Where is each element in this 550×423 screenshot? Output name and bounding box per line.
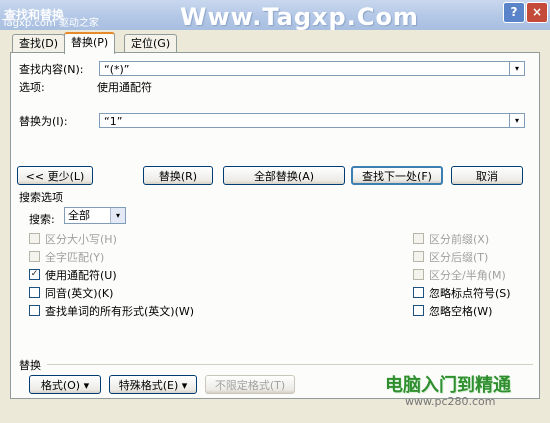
replace-dropdown[interactable]: ▾ bbox=[509, 113, 525, 128]
wildcards-checkbox[interactable]: ✓ bbox=[29, 269, 40, 280]
watermark-top-right: Www.Tagxp.Com bbox=[180, 3, 419, 31]
find-replace-dialog: 查找(D) 替换(P) 定位(G) 查找内容(N): “(*)” ▾ 选项: 使… bbox=[0, 30, 550, 423]
match-case-checkbox[interactable] bbox=[29, 233, 40, 244]
match-prefix-checkbox[interactable] bbox=[413, 233, 424, 244]
match-width-checkbox[interactable] bbox=[413, 269, 424, 280]
watermark-top-left: Tagxp.com 驱动之家 bbox=[2, 18, 99, 29]
search-options-title: 搜索选项 bbox=[19, 191, 63, 204]
search-scope-select[interactable]: 全部 ▾ bbox=[64, 207, 126, 224]
section-divider bbox=[47, 364, 533, 365]
tab-replace[interactable]: 替换(P) bbox=[64, 32, 116, 54]
find-next-button[interactable]: 查找下一处(F) bbox=[351, 166, 443, 185]
options-label: 选项: bbox=[19, 81, 45, 94]
close-button[interactable]: × bbox=[526, 2, 548, 23]
find-input[interactable]: “(*)” bbox=[99, 61, 511, 76]
tab-find[interactable]: 查找(D) bbox=[12, 34, 66, 52]
cancel-button[interactable]: 取消 bbox=[451, 166, 523, 185]
check-icon: ✓ bbox=[30, 269, 39, 279]
sounds-like-label: 同音(英文)(K) bbox=[45, 287, 114, 300]
watermark-logo: 电脑入门到精通 bbox=[385, 375, 511, 396]
replace-all-button[interactable]: 全部替换(A) bbox=[223, 166, 345, 185]
replace-label: 替换为(I): bbox=[19, 115, 68, 128]
match-prefix-label: 区分前缀(X) bbox=[429, 233, 490, 246]
replace-section-title: 替换 bbox=[19, 359, 41, 372]
word-forms-label: 查找单词的所有形式(英文)(W) bbox=[45, 305, 195, 318]
title-bar: 查找和替换 Tagxp.com 驱动之家 Www.Tagxp.Com ? × bbox=[0, 0, 550, 31]
whole-word-label: 全字匹配(Y) bbox=[45, 251, 105, 264]
find-dropdown[interactable]: ▾ bbox=[509, 61, 525, 76]
tab-panel: 查找内容(N): “(*)” ▾ 选项: 使用通配符 替换为(I): “1” ▾… bbox=[10, 52, 540, 408]
less-button[interactable]: << 更少(L) bbox=[17, 166, 93, 185]
ignore-punct-checkbox[interactable] bbox=[413, 287, 424, 298]
ignore-punct-label: 忽略标点符号(S) bbox=[429, 287, 511, 300]
no-format-button[interactable]: 不限定格式(T) bbox=[205, 375, 295, 394]
tab-replace-label: 替换(P) bbox=[71, 36, 109, 49]
tab-find-label: 查找(D) bbox=[19, 37, 59, 50]
replace-input[interactable]: “1” bbox=[99, 113, 511, 128]
find-label: 查找内容(N): bbox=[19, 63, 84, 76]
whole-word-checkbox[interactable] bbox=[29, 251, 40, 262]
chevron-down-icon: ▾ bbox=[110, 208, 125, 223]
search-scope-value: 全部 bbox=[68, 209, 90, 222]
ignore-space-checkbox[interactable] bbox=[413, 305, 424, 316]
word-forms-checkbox[interactable] bbox=[29, 305, 40, 316]
format-button[interactable]: 格式(O) ▾ bbox=[29, 375, 101, 394]
wildcards-label: 使用通配符(U) bbox=[45, 269, 117, 282]
match-width-label: 区分全/半角(M) bbox=[429, 269, 506, 282]
help-button[interactable]: ? bbox=[503, 2, 525, 23]
match-case-label: 区分大小写(H) bbox=[45, 233, 117, 246]
options-value: 使用通配符 bbox=[97, 81, 152, 94]
tab-goto[interactable]: 定位(G) bbox=[124, 34, 178, 52]
chevron-down-icon: ▾ bbox=[514, 64, 519, 73]
tab-goto-label: 定位(G) bbox=[131, 37, 171, 50]
chevron-down-icon: ▾ bbox=[514, 116, 519, 125]
special-format-button[interactable]: 特殊格式(E) ▾ bbox=[109, 375, 197, 394]
sounds-like-checkbox[interactable] bbox=[29, 287, 40, 298]
ignore-space-label: 忽略空格(W) bbox=[429, 305, 493, 318]
watermark-url: www.pc280.com bbox=[405, 395, 496, 408]
match-suffix-label: 区分后缀(T) bbox=[429, 251, 489, 264]
match-suffix-checkbox[interactable] bbox=[413, 251, 424, 262]
replace-button[interactable]: 替换(R) bbox=[143, 166, 213, 185]
search-label: 搜索: bbox=[29, 213, 55, 226]
